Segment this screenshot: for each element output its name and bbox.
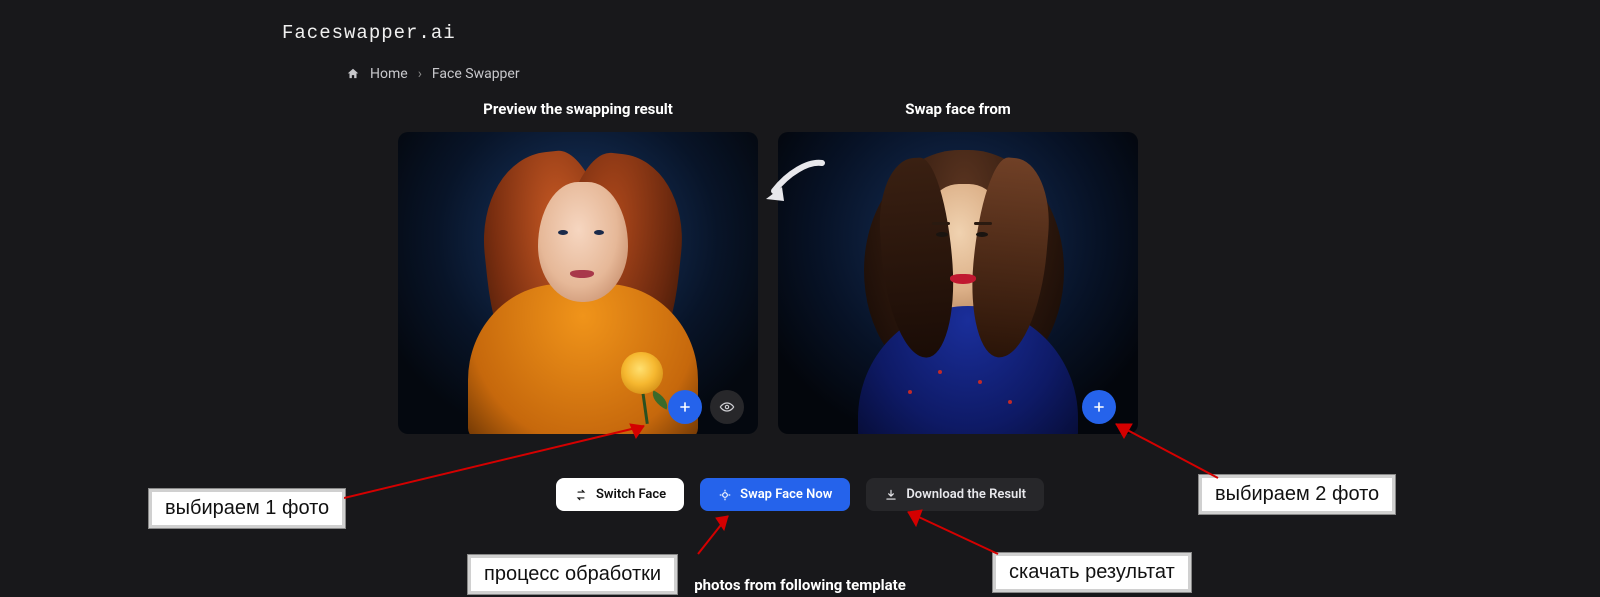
download-result-button[interactable]: Download the Result [866,478,1044,511]
magic-icon [718,488,732,502]
breadcrumb-current: Face Swapper [432,66,520,82]
preview-title: Preview the swapping result [398,100,758,118]
switch-face-label: Switch Face [596,487,666,502]
breadcrumb-home[interactable]: Home [370,66,408,82]
download-icon [884,488,898,502]
switch-face-button[interactable]: Switch Face [556,478,684,511]
annotation-arrow [898,506,1008,558]
add-preview-image-button[interactable] [668,390,702,424]
annotation-select-photo-2: выбираем 2 фото [1198,474,1396,515]
switch-icon [574,488,588,502]
template-caption: photos from following template [0,576,1600,594]
swap-face-now-button[interactable]: Swap Face Now [700,478,850,511]
preview-image [398,132,758,434]
annotation-processing: процесс обработки [467,554,678,595]
arrow-left-icon [760,155,830,215]
home-icon [346,67,360,81]
add-source-image-button[interactable] [1082,390,1116,424]
app-logo[interactable]: Faceswapper.ai [282,22,456,44]
source-title: Swap face from [778,100,1138,118]
chevron-right-icon: › [418,66,422,82]
annotation-arrow [690,508,740,558]
annotation-download: скачать результат [992,552,1192,593]
download-result-label: Download the Result [906,487,1026,502]
source-image [778,132,1138,434]
swap-face-now-label: Swap Face Now [740,487,832,502]
view-preview-button[interactable] [710,390,744,424]
annotation-select-photo-1: выбираем 1 фото [148,488,346,529]
breadcrumb: Home › Face Swapper [346,66,520,82]
